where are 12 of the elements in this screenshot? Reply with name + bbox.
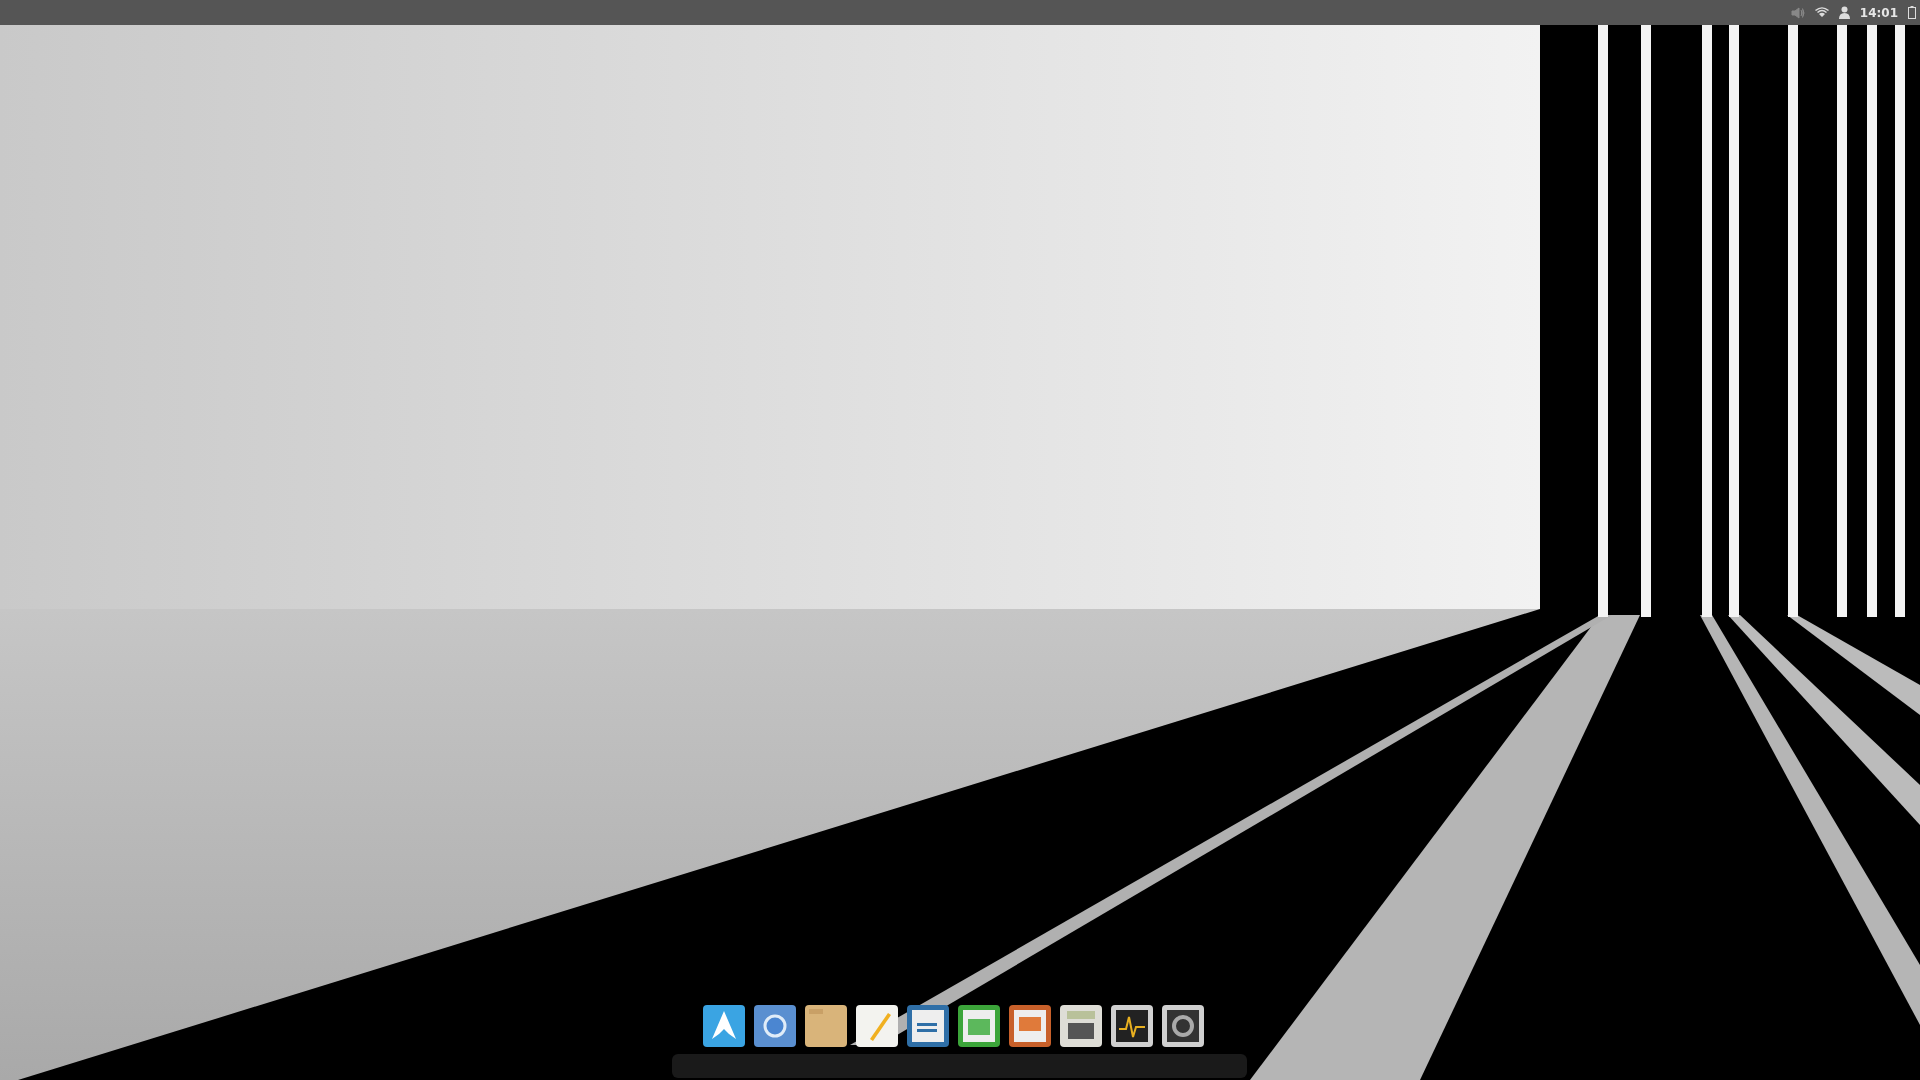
dock-browser-icon[interactable] <box>754 1005 796 1047</box>
dock-presentation-icon[interactable] <box>1009 1005 1051 1047</box>
wifi-icon[interactable] <box>1814 7 1829 18</box>
clock[interactable]: 14:01 <box>1859 3 1898 22</box>
user-icon[interactable] <box>1838 6 1850 19</box>
dock-arch-logo-icon[interactable] <box>703 1005 745 1047</box>
dock-system-monitor-icon[interactable] <box>1111 1005 1153 1047</box>
dock-spreadsheet-icon[interactable] <box>958 1005 1000 1047</box>
dock-settings-icon[interactable] <box>1162 1005 1204 1047</box>
dock-document-icon[interactable] <box>907 1005 949 1047</box>
dock-calculator-icon[interactable] <box>1060 1005 1102 1047</box>
battery-icon[interactable] <box>1908 6 1916 19</box>
